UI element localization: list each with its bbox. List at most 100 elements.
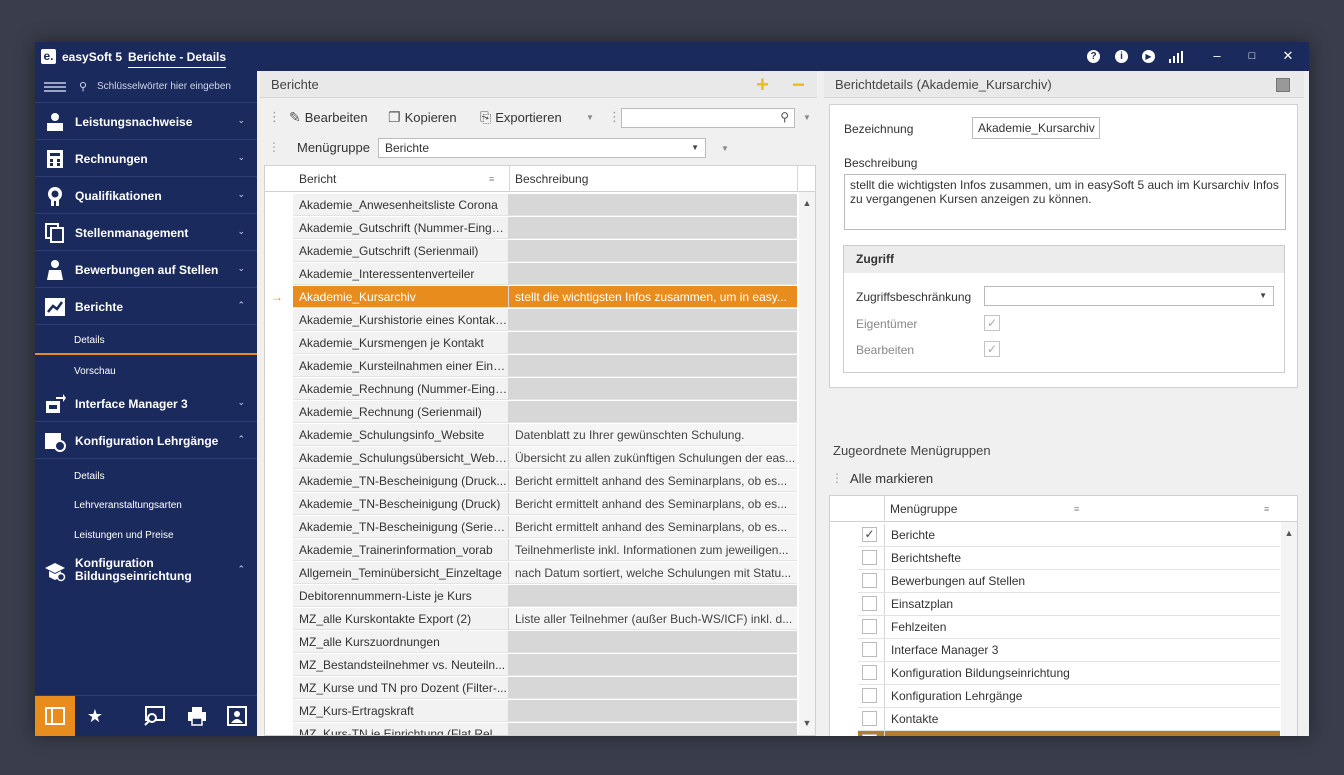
report-description-cell[interactable]: Teilnehmerliste inkl. Informationen zum … bbox=[509, 539, 797, 561]
table-row[interactable]: Akademie_Kursteilnahmen einer Einri... bbox=[293, 355, 797, 378]
table-row[interactable]: MZ_Kurs-Ertragskraft bbox=[293, 700, 797, 723]
menugroup-row[interactable]: ✓ Berichte bbox=[858, 524, 1280, 547]
table-row[interactable]: Akademie_Gutschrift (Serienmail) bbox=[293, 240, 797, 263]
report-description-cell[interactable] bbox=[509, 309, 797, 331]
scroll-up-icon[interactable]: ▲ bbox=[799, 198, 815, 208]
menugroup-row[interactable]: Einsatzplan bbox=[858, 593, 1280, 616]
menugroup-row[interactable]: Berichtshefte bbox=[858, 547, 1280, 570]
scroll-up-icon[interactable]: ▲ bbox=[1281, 528, 1297, 538]
table-row[interactable]: MZ_alle Kurskontakte Export (2) Liste all… bbox=[293, 608, 797, 631]
report-name-cell[interactable]: MZ_Kurse und TN pro Dozent (Filter-... bbox=[293, 677, 509, 699]
report-description-cell[interactable]: Liste aller Teilnehmer (außer Buch-WS/IC… bbox=[509, 608, 797, 630]
toolbar-overflow-icon[interactable]: ▼ bbox=[803, 113, 811, 122]
nav-konfiguration-bildungseinrichtung[interactable]: Konfiguration Bildungseinrichtung ⌃ bbox=[35, 553, 257, 589]
menugroup-checkbox[interactable] bbox=[862, 642, 877, 657]
report-description-cell[interactable]: Bericht ermittelt anhand des Seminarplan… bbox=[509, 470, 797, 492]
report-description-cell[interactable] bbox=[509, 378, 797, 400]
table-row[interactable]: Akademie_Gutschrift (Nummer-Einga... bbox=[293, 217, 797, 240]
report-description-cell[interactable]: stellt die wichtigsten Infos zusammen, u… bbox=[509, 286, 797, 308]
mark-all-button[interactable]: Alle markieren bbox=[850, 471, 933, 486]
report-description-cell[interactable]: Bericht ermittelt anhand des Seminarplan… bbox=[509, 516, 797, 538]
report-name-cell[interactable]: Akademie_Schulungsübersicht_Webs... bbox=[293, 447, 509, 469]
signal-icon[interactable] bbox=[1169, 51, 1183, 63]
menugroup-row[interactable]: Fehlzeiten bbox=[858, 616, 1280, 639]
report-name-cell[interactable]: MZ_Kurs-Ertragskraft bbox=[293, 700, 509, 722]
menugroup-checkbox[interactable] bbox=[862, 711, 877, 726]
play-icon[interactable]: ▶ bbox=[1142, 50, 1155, 63]
menugroup-row[interactable]: Bewerbungen auf Stellen bbox=[858, 570, 1280, 593]
menugroup-checkbox[interactable]: ✓ bbox=[862, 527, 877, 542]
export-button[interactable]: ⎘ Exportieren bbox=[480, 109, 562, 126]
menugroup-row[interactable]: Interface Manager 3 bbox=[858, 639, 1280, 662]
report-description-cell[interactable] bbox=[509, 217, 797, 239]
eigentuemer-checkbox[interactable]: ✓ bbox=[984, 315, 1000, 331]
report-description-cell[interactable] bbox=[509, 401, 797, 423]
report-description-cell[interactable] bbox=[509, 723, 797, 735]
table-row[interactable]: Akademie_Schulungsinfo_Website Datenblatt… bbox=[293, 424, 797, 447]
sub-leistungen-preise[interactable]: Leistungen und Preise bbox=[35, 521, 257, 550]
table-row[interactable]: Akademie_Trainerinformation_vorab Teilneh… bbox=[293, 539, 797, 562]
report-description-cell[interactable]: Datenblatt zu Ihrer gewünschten Schulung… bbox=[509, 424, 797, 446]
report-description-cell[interactable] bbox=[509, 700, 797, 722]
menugroup-row[interactable]: Konfiguration Lehrgänge bbox=[858, 685, 1280, 708]
report-search-input[interactable]: ⚲ bbox=[621, 108, 795, 128]
table-row[interactable]: MZ_Kurs-TN je Einrichtung (Flat Rela... bbox=[293, 723, 797, 735]
favorites-star-icon[interactable]: ★ bbox=[75, 696, 115, 736]
menugroup-row[interactable]: Kontakte bbox=[858, 708, 1280, 731]
vertical-scrollbar[interactable]: ▲ ▼ bbox=[799, 192, 815, 735]
user-profile-icon[interactable] bbox=[217, 696, 257, 736]
report-description-cell[interactable]: Bericht ermittelt anhand des Seminarplan… bbox=[509, 493, 797, 515]
column-header-bericht[interactable]: Bericht bbox=[299, 172, 336, 186]
sub-berichte-details[interactable]: Details bbox=[35, 326, 257, 355]
report-description-cell[interactable] bbox=[509, 240, 797, 262]
table-row[interactable]: MZ_alle Kurszuordnungen bbox=[293, 631, 797, 654]
report-description-cell[interactable] bbox=[509, 332, 797, 354]
table-row[interactable]: Allgemein_Teminübersicht_Einzeltage nach … bbox=[293, 562, 797, 585]
menugroup-checkbox[interactable] bbox=[862, 619, 877, 634]
report-name-cell[interactable]: Akademie_Rechnung (Serienmail) bbox=[293, 401, 509, 423]
table-row[interactable]: Akademie_TN-Bescheinigung (Druck... Beric… bbox=[293, 470, 797, 493]
report-description-cell[interactable] bbox=[509, 654, 797, 676]
search-placeholder[interactable]: Schlüsselwörter hier eingeben bbox=[97, 81, 231, 92]
table-row[interactable]: Akademie_Rechnung (Serienmail) bbox=[293, 401, 797, 424]
report-name-cell[interactable]: Akademie_Kursmengen je Kontakt bbox=[293, 332, 509, 354]
report-description-cell[interactable] bbox=[509, 355, 797, 377]
table-row[interactable]: Akademie_Kursarchiv stellt die wichtigste… bbox=[293, 286, 797, 309]
table-row[interactable]: Akademie_Schulungsübersicht_Webs... Übers… bbox=[293, 447, 797, 470]
column-filter-icon[interactable]: ≡ bbox=[489, 174, 494, 184]
panel-layout-button[interactable] bbox=[35, 696, 75, 736]
column-header-beschreibung[interactable]: Beschreibung bbox=[515, 172, 588, 186]
report-name-cell[interactable]: Allgemein_Teminübersicht_Einzeltage bbox=[293, 562, 509, 584]
column-filter-icon[interactable]: ≡ bbox=[1264, 504, 1269, 514]
report-name-cell[interactable]: Akademie_TN-Bescheinigung (Druck) bbox=[293, 493, 509, 515]
menugroup-row[interactable]: Konfiguration Bildungseinrichtung bbox=[858, 662, 1280, 685]
zugriffsbeschraenkung-select[interactable]: ▼ bbox=[984, 286, 1274, 306]
report-name-cell[interactable]: Akademie_Schulungsinfo_Website bbox=[293, 424, 509, 446]
minimize-button[interactable]: – bbox=[1207, 48, 1227, 63]
report-name-cell[interactable]: Akademie_Trainerinformation_vorab bbox=[293, 539, 509, 561]
search-screen-icon[interactable] bbox=[135, 696, 175, 736]
report-description-cell[interactable] bbox=[509, 263, 797, 285]
menugroup-checkbox[interactable]: ✓ bbox=[862, 734, 877, 736]
nav-konfiguration-lehrgaenge[interactable]: Konfiguration Lehrgänge ⌃ bbox=[35, 423, 257, 459]
menugroup-select[interactable]: Berichte ▼ bbox=[378, 138, 706, 158]
report-description-cell[interactable]: Übersicht zu allen zukünftigen Schulunge… bbox=[509, 447, 797, 469]
table-row[interactable]: Akademie_Anwesenheitsliste Corona bbox=[293, 194, 797, 217]
report-name-cell[interactable]: Akademie_TN-Bescheinigung (Serien... bbox=[293, 516, 509, 538]
report-name-cell[interactable]: Akademie_Gutschrift (Serienmail) bbox=[293, 240, 509, 262]
info-icon[interactable]: i bbox=[1115, 50, 1128, 63]
report-description-cell[interactable]: nach Datum sortiert, welche Schulungen m… bbox=[509, 562, 797, 584]
help-icon[interactable]: ? bbox=[1087, 50, 1100, 63]
column-filter-icon[interactable]: ≡ bbox=[1074, 504, 1079, 514]
menugroups-scrollbar[interactable]: ▲ ▼ bbox=[1281, 522, 1297, 736]
report-name-cell[interactable]: Debitorennummern-Liste je Kurs bbox=[293, 585, 509, 607]
menugroup-checkbox[interactable] bbox=[862, 550, 877, 565]
menugroup-row[interactable]: ✓ Kurse bbox=[858, 731, 1280, 736]
table-row[interactable]: Debitorennummern-Liste je Kurs bbox=[293, 585, 797, 608]
report-name-cell[interactable]: MZ_Bestandsteilnehmer vs. Neuteiln... bbox=[293, 654, 509, 676]
column-header-menugruppe[interactable]: Menügruppe bbox=[884, 502, 957, 516]
filter-overflow-icon[interactable]: ▼ bbox=[721, 144, 729, 153]
table-row[interactable]: MZ_Bestandsteilnehmer vs. Neuteiln... bbox=[293, 654, 797, 677]
scroll-down-icon[interactable]: ▼ bbox=[799, 718, 815, 728]
menugroup-checkbox[interactable] bbox=[862, 596, 877, 611]
